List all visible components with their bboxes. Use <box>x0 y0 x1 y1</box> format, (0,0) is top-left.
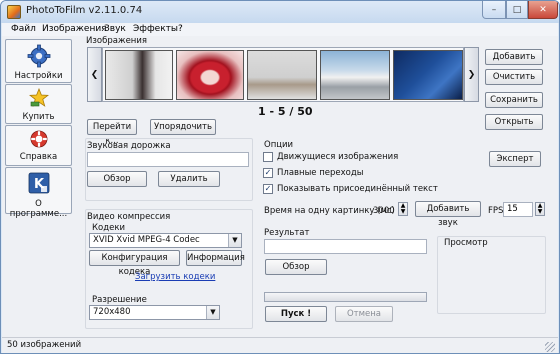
audio-browse-button[interactable]: Обзор <box>87 171 147 187</box>
clear-button[interactable]: Очистить <box>485 69 543 85</box>
checkbox-box <box>263 152 273 162</box>
resolution-select[interactable]: 720x480 ▼ <box>89 305 220 320</box>
moving-images-checkbox[interactable]: Движущиеся изображения <box>263 151 398 163</box>
image-counter: 1 - 5 / 50 <box>258 105 313 118</box>
menu-images[interactable]: Изображения <box>42 23 107 36</box>
window-title: PhotoToFilm v2.11.0.74 <box>26 5 143 16</box>
checkbox-label: Плавные переходы <box>277 168 364 178</box>
scroll-left-button[interactable]: ❮ <box>87 47 102 102</box>
open-button[interactable]: Открыть <box>485 114 543 130</box>
sort-button[interactable]: Упорядочить <box>150 119 216 135</box>
fps-label: FPS <box>488 206 504 216</box>
about-k-icon: K <box>28 172 49 194</box>
thumbnail-dancer-on-stage[interactable] <box>247 50 317 100</box>
app-window: PhotoToFilm v2.11.0.74 – □ ✕ Файл Изобра… <box>0 0 560 354</box>
smooth-transitions-checkbox[interactable]: ✓ Плавные переходы <box>263 167 363 179</box>
goto-button[interactable]: Перейти к... <box>87 119 137 146</box>
sidebar-item-label: Справка <box>19 152 58 162</box>
help-icon <box>30 130 47 148</box>
audio-file-input[interactable] <box>87 152 249 167</box>
menu-effects[interactable]: Эффекты <box>133 23 178 36</box>
images-group-title: Изображения <box>86 36 148 46</box>
options-group-title: Опции <box>264 140 294 150</box>
chevron-down-icon: ▼ <box>228 234 241 247</box>
codec-info-button[interactable]: Информация <box>186 250 245 266</box>
status-bar: 50 изображений <box>2 337 558 353</box>
gear-icon <box>27 44 50 68</box>
menu-file[interactable]: Файл <box>11 23 36 36</box>
resize-grip-icon[interactable] <box>545 342 555 352</box>
add-sound-button[interactable]: Добавить звук <box>415 201 481 228</box>
expert-button[interactable]: Эксперт <box>489 151 541 167</box>
fps-spinner[interactable]: ▲ ▼ <box>535 202 545 216</box>
minimize-button[interactable]: – <box>482 1 506 19</box>
maximize-icon: □ <box>512 4 522 15</box>
result-browse-button[interactable]: Обзор <box>265 259 327 275</box>
spin-down-icon: ▼ <box>537 208 543 215</box>
sidebar-item-about[interactable]: K О программе... <box>5 167 72 219</box>
codec-config-button[interactable]: Конфигурация кодека <box>89 250 180 277</box>
thumbnail-lips-closeup[interactable] <box>176 50 244 100</box>
chevron-right-icon: ❯ <box>467 69 476 80</box>
save-button[interactable]: Сохранить <box>485 92 543 108</box>
spin-down-icon: ▼ <box>400 208 406 215</box>
sidebar-item-label: Купить <box>22 112 55 122</box>
start-button[interactable]: Пуск ! <box>265 306 327 322</box>
checkbox-label: Показывать присоединённый текст <box>277 184 438 194</box>
sidebar-item-help[interactable]: Справка <box>5 125 72 166</box>
time-per-image-value[interactable]: 3000 <box>373 206 395 216</box>
codecs-label: Кодеки <box>92 223 125 233</box>
resolution-label: Разрешение <box>92 295 147 305</box>
thumbnail-blue-brand-graphic[interactable] <box>393 50 463 100</box>
thumbnail-sports-car[interactable] <box>320 50 390 100</box>
menu-sound[interactable]: Звук <box>104 23 126 36</box>
menu-help[interactable]: ? <box>178 23 183 36</box>
thumbnail-strip <box>102 47 464 102</box>
checkmark-icon: ✓ <box>263 184 273 194</box>
fps-input[interactable]: 15 <box>503 202 533 217</box>
show-text-checkbox[interactable]: ✓ Показывать присоединённый текст <box>263 183 438 195</box>
menu-bar: Файл Изображения Звук Эффекты ? <box>2 23 558 36</box>
add-button[interactable]: Добавить <box>485 49 543 65</box>
result-group-title: Результат <box>264 228 310 238</box>
codec-select[interactable]: XVID Xvid MPEG-4 Codec ▼ <box>89 233 242 248</box>
sidebar-item-buy[interactable]: Купить <box>5 84 72 124</box>
download-codecs-link[interactable]: Загрузить кодеки <box>135 272 215 282</box>
time-spinner[interactable]: ▲ ▼ <box>398 202 408 216</box>
codec-selected-value: XVID Xvid MPEG-4 Codec <box>93 235 200 245</box>
app-logo-icon <box>7 5 21 19</box>
result-file-input[interactable] <box>264 239 427 254</box>
chevron-left-icon: ❮ <box>90 69 99 80</box>
buy-star-icon <box>28 88 49 107</box>
sidebar-item-settings[interactable]: Настройки <box>5 39 72 83</box>
status-text: 50 изображений <box>7 340 82 350</box>
audio-group-frame <box>85 138 253 201</box>
checkmark-icon: ✓ <box>263 168 273 178</box>
sidebar-item-label: Настройки <box>14 71 63 81</box>
sidebar-item-label: О программе... <box>9 199 68 219</box>
close-button[interactable]: ✕ <box>528 1 558 19</box>
close-icon: ✕ <box>539 4 547 15</box>
resolution-selected-value: 720x480 <box>93 307 131 317</box>
preview-label: Просмотр <box>444 238 488 248</box>
audio-delete-button[interactable]: Удалить <box>158 171 220 187</box>
chevron-down-icon: ▼ <box>206 306 219 319</box>
scroll-right-button[interactable]: ❯ <box>464 47 479 102</box>
thumbnail-woman-portrait[interactable] <box>105 50 173 100</box>
progress-bar <box>264 292 427 302</box>
cancel-button[interactable]: Отмена <box>335 306 393 322</box>
minimize-icon: – <box>491 4 497 15</box>
title-bar: PhotoToFilm v2.11.0.74 – □ ✕ <box>1 1 559 23</box>
checkbox-label: Движущиеся изображения <box>277 152 399 162</box>
maximize-button[interactable]: □ <box>506 1 528 19</box>
